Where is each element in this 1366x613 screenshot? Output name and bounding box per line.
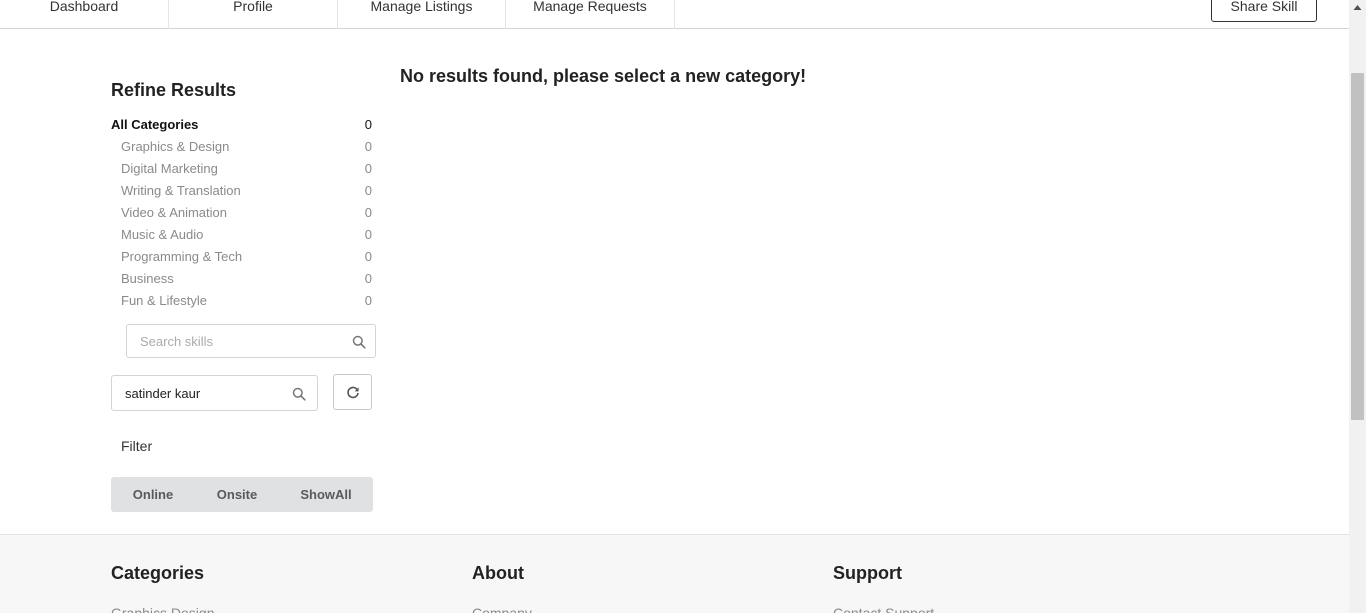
user-search-input[interactable] (112, 376, 282, 410)
category-fun-lifestyle[interactable]: Fun & Lifestyle 0 (111, 291, 372, 311)
filter-label: Filter (121, 438, 153, 454)
no-results-message: No results found, please select a new ca… (400, 66, 807, 86)
category-count: 0 (364, 227, 372, 242)
category-label: Fun & Lifestyle (121, 293, 207, 308)
menu-item-label: Profile (233, 0, 273, 14)
category-writing-translation[interactable]: Writing & Translation 0 (111, 181, 372, 201)
filter-onsite-button[interactable]: Onsite (195, 477, 279, 512)
footer-link[interactable]: Contact Support (833, 605, 934, 613)
refresh-icon (347, 386, 359, 399)
menu-item-profile[interactable]: Profile (169, 0, 338, 29)
category-music-audio[interactable]: Music & Audio 0 (111, 225, 372, 245)
search-skills-box (126, 324, 376, 358)
menu-item-dashboard[interactable]: Dashboard (0, 0, 169, 29)
category-count: 0 (364, 117, 372, 132)
category-label: Writing & Translation (121, 183, 241, 198)
search-icon[interactable] (352, 335, 366, 349)
category-count: 0 (364, 293, 372, 308)
scrollbar-thumb[interactable] (1351, 73, 1364, 420)
category-video-animation[interactable]: Video & Animation 0 (111, 203, 372, 223)
refine-results-title: Refine Results (111, 80, 237, 100)
user-search-box (111, 375, 318, 411)
category-label: Programming & Tech (121, 249, 243, 264)
category-all[interactable]: All Categories 0 (111, 115, 372, 135)
category-label: Graphics & Design (121, 139, 230, 154)
search-icon[interactable] (292, 387, 306, 401)
menu-item-manage-requests[interactable]: Manage Requests (506, 0, 675, 29)
category-digital-marketing[interactable]: Digital Marketing 0 (111, 159, 372, 179)
menu-item-manage-listings[interactable]: Manage Listings (338, 0, 506, 29)
category-label: Digital Marketing (121, 161, 218, 176)
top-menu: Dashboard Profile Manage Listings Manage… (0, 0, 1349, 29)
category-label: All Categories (111, 117, 199, 132)
filter-online-button[interactable]: Online (111, 477, 195, 512)
footer-heading-support: Support (833, 563, 902, 583)
category-count: 0 (364, 249, 372, 264)
category-count: 0 (364, 271, 372, 286)
share-skill-button[interactable]: Share Skill (1211, 0, 1317, 22)
menu-item-label: Dashboard (49, 0, 119, 14)
filter-showall-button[interactable]: ShowAll (279, 477, 373, 512)
category-count: 0 (364, 205, 372, 220)
category-graphics-design[interactable]: Graphics & Design 0 (111, 137, 372, 157)
vertical-scrollbar[interactable] (1349, 0, 1366, 613)
category-count: 0 (364, 183, 372, 198)
category-label: Music & Audio (121, 227, 204, 242)
category-programming-tech[interactable]: Programming & Tech 0 (111, 247, 372, 267)
category-business[interactable]: Business 0 (111, 269, 372, 289)
filter-button-group: Online Onsite ShowAll (111, 477, 373, 512)
scroll-up-arrow-icon[interactable] (1349, 0, 1366, 17)
footer: Categories Graphics Design About Company… (0, 534, 1349, 613)
footer-heading-about: About (472, 563, 524, 583)
page: Dashboard Profile Manage Listings Manage… (0, 0, 1349, 613)
menu-item-label: Manage Listings (370, 0, 473, 14)
category-label: Video & Animation (121, 205, 227, 220)
footer-heading-categories: Categories (111, 563, 205, 583)
refresh-button[interactable] (333, 374, 372, 410)
category-count: 0 (364, 161, 372, 176)
category-count: 0 (364, 139, 372, 154)
footer-link[interactable]: Graphics Design (111, 605, 215, 613)
category-label: Business (121, 271, 174, 286)
search-skills-input[interactable] (127, 325, 342, 357)
menu-item-label: Manage Requests (533, 0, 647, 14)
footer-link[interactable]: Company (472, 605, 532, 613)
